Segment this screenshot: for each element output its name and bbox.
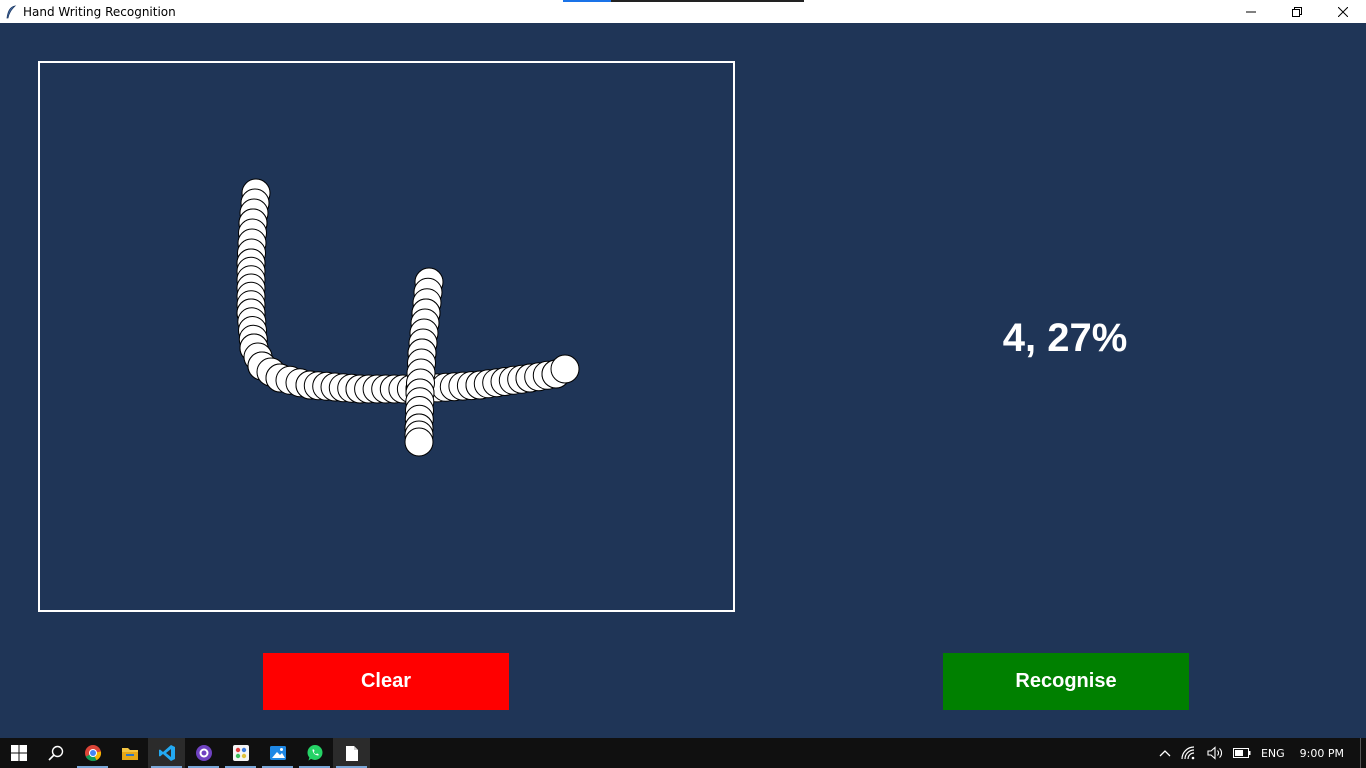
restore-icon bbox=[1292, 6, 1302, 17]
minimize-button[interactable] bbox=[1228, 0, 1274, 23]
volume-button[interactable] bbox=[1202, 738, 1228, 768]
minimize-icon bbox=[1246, 11, 1256, 12]
feather-icon bbox=[0, 0, 22, 23]
title-bar-accent bbox=[563, 0, 611, 2]
taskbar-github-desktop[interactable] bbox=[185, 738, 222, 768]
photos-icon bbox=[269, 746, 286, 760]
taskbar-notepad[interactable] bbox=[333, 738, 370, 768]
clock[interactable]: 9:00 PM bbox=[1290, 738, 1354, 768]
battery-button[interactable] bbox=[1228, 738, 1256, 768]
taskbar-paint[interactable] bbox=[222, 738, 259, 768]
whatsapp-icon bbox=[307, 745, 322, 761]
search-button[interactable] bbox=[37, 738, 74, 768]
system-tray: ENG 9:00 PM bbox=[1154, 738, 1366, 768]
prediction-result: 4, 27% bbox=[1002, 316, 1128, 360]
language-indicator[interactable]: ENG bbox=[1256, 738, 1290, 768]
taskbar-whatsapp[interactable] bbox=[296, 738, 333, 768]
taskbar-file-explorer[interactable] bbox=[111, 738, 148, 768]
battery-icon bbox=[1232, 748, 1251, 758]
recognise-button[interactable]: Recognise bbox=[943, 653, 1189, 710]
network-button[interactable] bbox=[1176, 738, 1202, 768]
title-bar-accent-dark bbox=[611, 0, 804, 2]
close-icon bbox=[1338, 6, 1348, 17]
notepad-icon bbox=[345, 745, 358, 761]
handwriting-strokes bbox=[236, 178, 580, 457]
close-button[interactable] bbox=[1320, 0, 1366, 23]
show-desktop-button[interactable] bbox=[1360, 738, 1366, 768]
file-explorer-icon bbox=[121, 748, 138, 760]
paint-icon bbox=[232, 745, 249, 761]
wifi-icon bbox=[1181, 746, 1195, 760]
chevron-up-icon bbox=[1159, 750, 1171, 757]
show-hidden-icons-button[interactable] bbox=[1154, 738, 1176, 768]
clear-button[interactable]: Clear bbox=[263, 653, 509, 710]
vscode-icon bbox=[158, 745, 175, 761]
taskbar-chrome[interactable] bbox=[74, 738, 111, 768]
speaker-icon bbox=[1207, 746, 1222, 760]
window-title: Hand Writing Recognition bbox=[23, 4, 176, 19]
windows-start-icon bbox=[10, 745, 27, 761]
taskbar-photos[interactable] bbox=[259, 738, 296, 768]
github-desktop-icon bbox=[195, 745, 212, 761]
title-bar: Hand Writing Recognition bbox=[0, 0, 1366, 23]
start-button[interactable] bbox=[0, 738, 37, 768]
maximize-button[interactable] bbox=[1274, 0, 1320, 23]
chrome-icon bbox=[84, 745, 101, 762]
taskbar: ENG 9:00 PM bbox=[0, 738, 1366, 768]
drawing-canvas[interactable] bbox=[38, 61, 735, 612]
search-icon bbox=[47, 745, 63, 761]
taskbar-vscode[interactable] bbox=[148, 738, 185, 768]
